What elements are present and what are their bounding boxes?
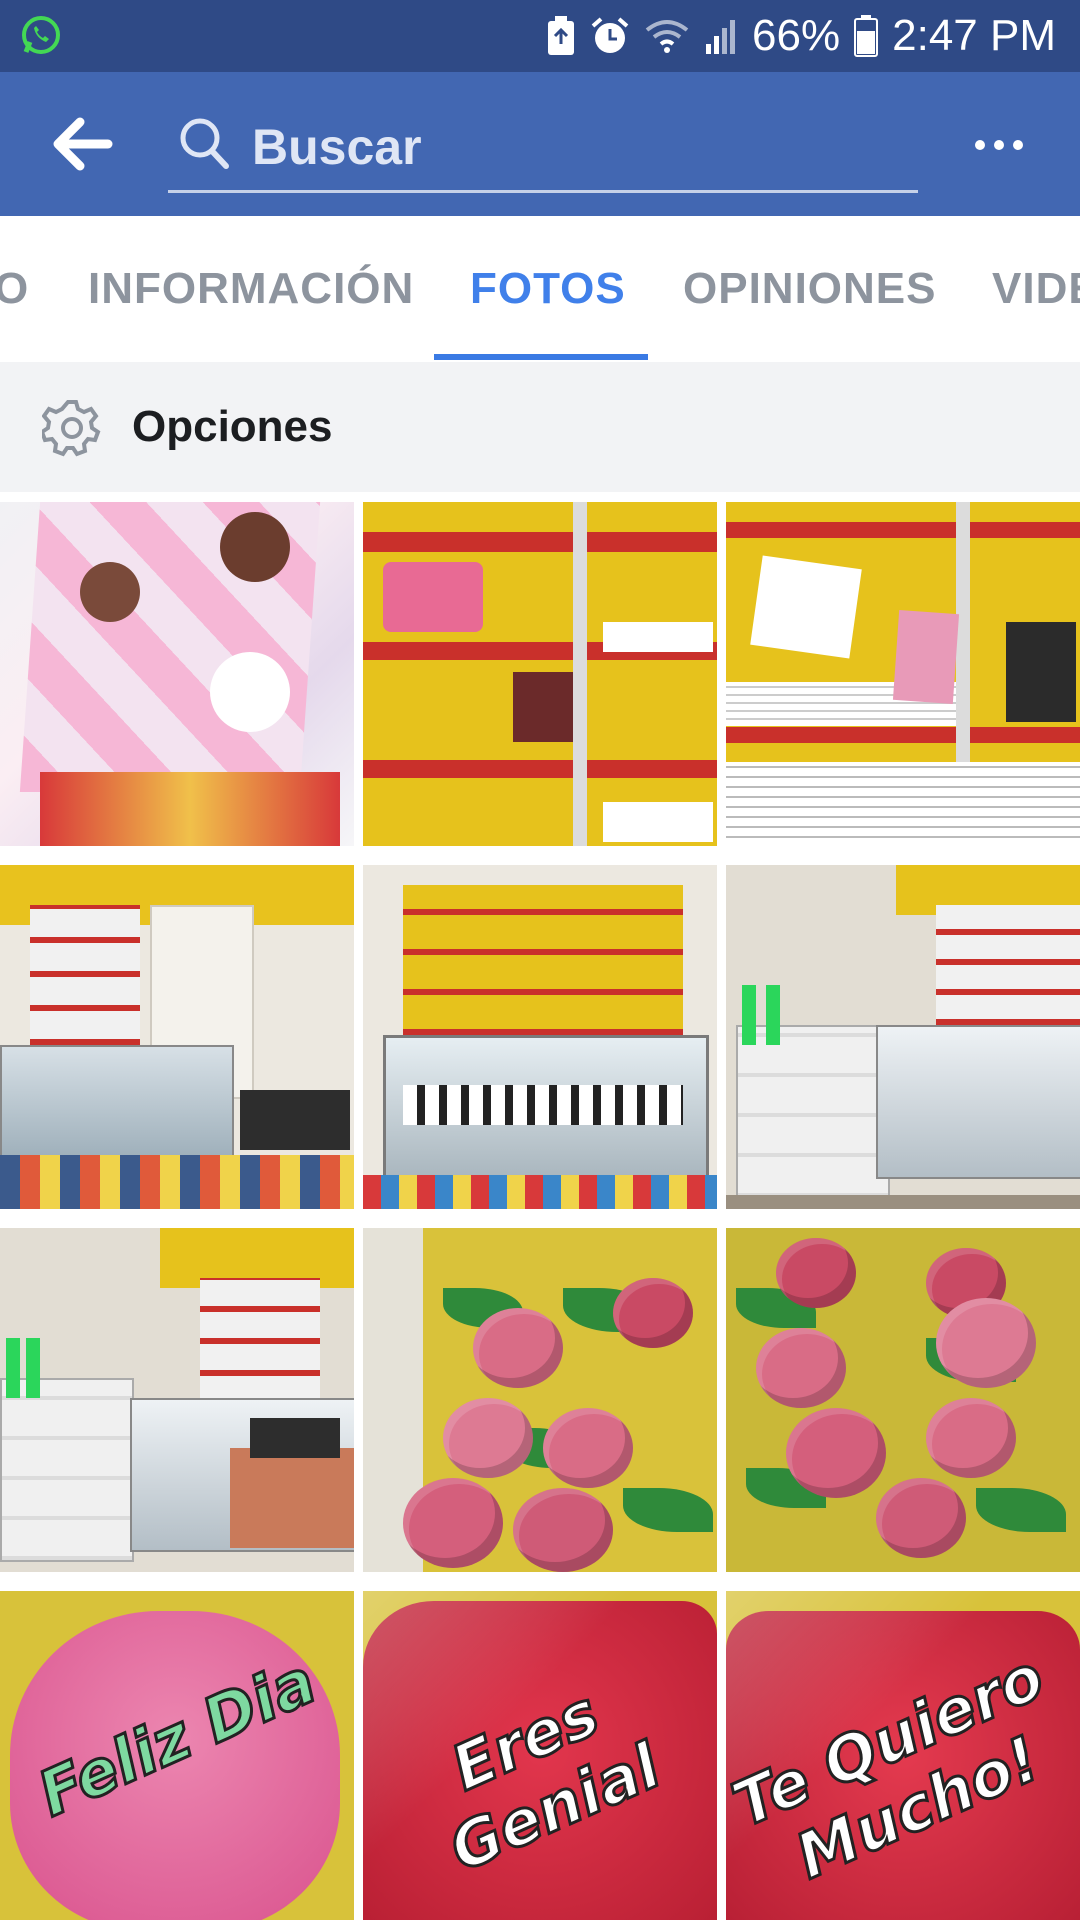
wifi-icon — [644, 16, 690, 56]
search-icon — [178, 116, 230, 177]
status-bar: 66% 2:47 PM — [0, 0, 1080, 72]
tab-videos[interactable]: VIDE — [992, 216, 1080, 362]
options-button[interactable]: Opciones — [0, 362, 1080, 492]
photo-shop-interior-door[interactable] — [0, 865, 354, 1209]
clock: 2:47 PM — [892, 11, 1056, 60]
gear-icon — [39, 398, 102, 463]
tab-fotos[interactable]: FOTOS — [470, 216, 626, 362]
arrow-left-icon — [53, 117, 113, 171]
photo-pink-pillow[interactable]: Feliz Dia — [0, 1591, 354, 1920]
page-tabs: O INFORMACIÓN FOTOS OPINIONES VIDE — [0, 216, 1080, 363]
more-horizontal-icon — [975, 140, 1023, 150]
photo-doc-mcstuffins-gift-bags[interactable] — [0, 502, 354, 846]
photo-red-pillow-genial[interactable]: Eres Genial — [363, 1591, 717, 1920]
photo-shop-display-counter[interactable] — [363, 865, 717, 1209]
photo-shelves-with-notebooks-sign[interactable] — [726, 502, 1080, 846]
tab-opiniones[interactable]: OPINIONES — [683, 216, 937, 362]
whatsapp-notification-icon — [20, 14, 62, 61]
signal-icon — [704, 16, 738, 56]
battery-icon — [854, 15, 879, 57]
search-input[interactable]: Buscar — [168, 98, 918, 193]
active-tab-indicator — [434, 354, 648, 360]
options-label: Opciones — [132, 402, 333, 451]
photo-red-pillow-quiero[interactable]: Te Quiero Mucho! — [726, 1591, 1080, 1920]
search-placeholder: Buscar — [252, 119, 422, 175]
app-bar: Buscar — [0, 72, 1080, 216]
back-button[interactable] — [50, 116, 114, 172]
photo-grid: Feliz Dia Eres Genial Te Quiero Mucho! — [0, 492, 1080, 1920]
photo-shop-interior-racks[interactable] — [726, 865, 1080, 1209]
battery-percent: 66% — [752, 11, 841, 60]
photo-red-shelves-notebooks[interactable] — [363, 502, 717, 846]
photo-shop-interior-corner[interactable] — [0, 1228, 354, 1572]
tab-previous[interactable]: O — [0, 216, 29, 362]
photo-pink-roses-arrangement[interactable] — [363, 1228, 717, 1572]
photo-pink-roses-vases[interactable] — [726, 1228, 1080, 1572]
alarm-icon — [590, 16, 630, 56]
more-options-button[interactable] — [970, 130, 1030, 160]
tab-informacion[interactable]: INFORMACIÓN — [88, 216, 414, 362]
battery-saver-icon — [546, 16, 576, 56]
